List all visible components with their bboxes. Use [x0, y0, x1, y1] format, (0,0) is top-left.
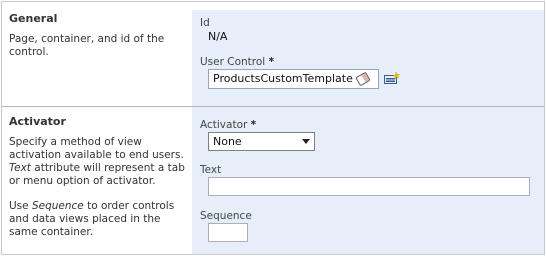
general-fields-panel: Id N/A User Control * ProductsCustomTemp…	[192, 10, 544, 106]
activator-desc1-part-a: Specify a method of view activation avai…	[9, 136, 184, 161]
required-mark: *	[250, 119, 257, 131]
id-value: N/A	[208, 30, 228, 43]
activator-description-block: Activator Specify a method of view activ…	[9, 115, 189, 239]
dropdown-arrow-icon[interactable]	[302, 139, 310, 144]
new-item-icon[interactable]	[384, 72, 400, 84]
id-label: Id	[200, 17, 210, 29]
eraser-icon[interactable]	[355, 71, 371, 87]
sequence-label: Sequence	[200, 210, 252, 222]
general-title: General	[9, 12, 58, 25]
activator-description-1: Specify a method of view activation avai…	[9, 136, 189, 188]
general-section: General Page, container, and id of the c…	[2, 2, 544, 106]
activator-desc1-part-b: attribute will represent a tab or menu o…	[9, 162, 185, 187]
user-control-label-row: User Control *	[200, 56, 274, 68]
activator-select[interactable]: None	[208, 132, 315, 151]
activator-section: Activator Specify a method of view activ…	[2, 106, 544, 254]
activator-desc2-part-a: Use	[9, 200, 29, 212]
user-control-value: ProductsCustomTemplate	[213, 72, 353, 85]
activator-title: Activator	[9, 115, 66, 128]
activator-label: Activator	[200, 119, 248, 131]
activator-description-2: Use Sequence to order controls and data …	[9, 200, 189, 239]
activator-selected-value: None	[213, 135, 242, 148]
activator-desc1-emphasis: Text	[9, 162, 31, 174]
general-description: Page, container, and id of the control.	[9, 33, 165, 58]
general-description-block: General Page, container, and id of the c…	[9, 12, 189, 59]
activator-label-row: Activator *	[200, 119, 256, 131]
required-mark: *	[268, 56, 275, 68]
activator-fields-panel: Activator * None Text Sequence	[192, 107, 544, 254]
sequence-input[interactable]	[208, 223, 248, 242]
text-input[interactable]	[208, 177, 530, 196]
user-control-label: User Control	[200, 56, 266, 68]
activator-desc2-emphasis: Sequence	[31, 200, 84, 212]
text-label: Text	[200, 164, 222, 176]
form-frame: General Page, container, and id of the c…	[1, 1, 545, 255]
user-control-lookup[interactable]: ProductsCustomTemplate	[208, 69, 379, 89]
